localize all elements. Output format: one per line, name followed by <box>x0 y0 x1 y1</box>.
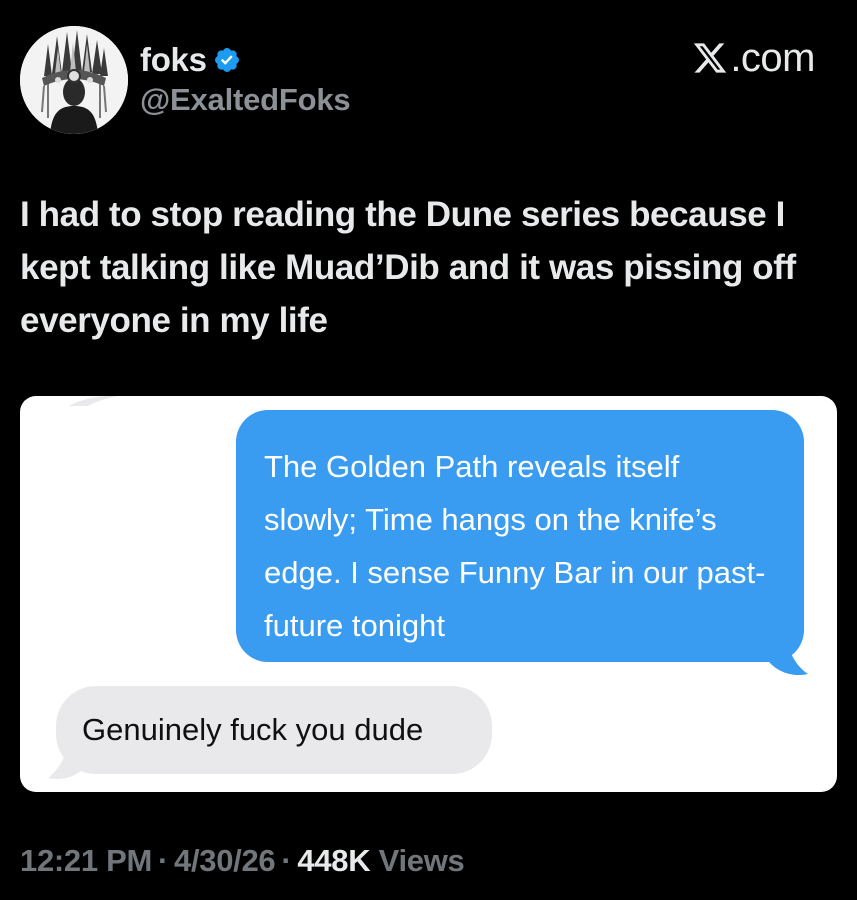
ornate-crown-avatar-icon <box>20 26 128 134</box>
meta-separator: · <box>158 843 169 878</box>
partial-bubble-edge <box>68 396 118 406</box>
tweet-date[interactable]: 4/30/26 <box>174 843 276 878</box>
tweet-time[interactable]: 12:21 PM <box>20 843 152 878</box>
brand-domain-label: .com <box>730 35 815 80</box>
outgoing-message-bubble: The Golden Path reveals itself slowly; T… <box>236 410 804 662</box>
tweet-meta: 12:21 PM · 4/30/26 · 448K Views <box>20 843 465 879</box>
verified-badge-icon <box>214 48 239 72</box>
author-name-row[interactable]: foks <box>140 40 241 80</box>
display-name[interactable]: foks <box>140 41 207 79</box>
views-label: Views <box>370 843 465 878</box>
avatar[interactable] <box>20 26 128 134</box>
meta-separator: · <box>281 843 292 878</box>
tweet-text: I had to stop reading the Dune series be… <box>20 195 796 340</box>
x-logo-icon <box>694 43 727 73</box>
outgoing-bubble-tail <box>760 634 808 676</box>
x-brand-link[interactable]: .com <box>692 34 815 82</box>
tweet-media-image[interactable]: The Golden Path reveals itself slowly; T… <box>20 396 837 792</box>
incoming-message-bubble: Genuinely fuck you dude <box>56 686 492 774</box>
views-count[interactable]: 448K <box>297 843 370 878</box>
author-handle[interactable]: @ExaltedFoks <box>140 82 351 118</box>
